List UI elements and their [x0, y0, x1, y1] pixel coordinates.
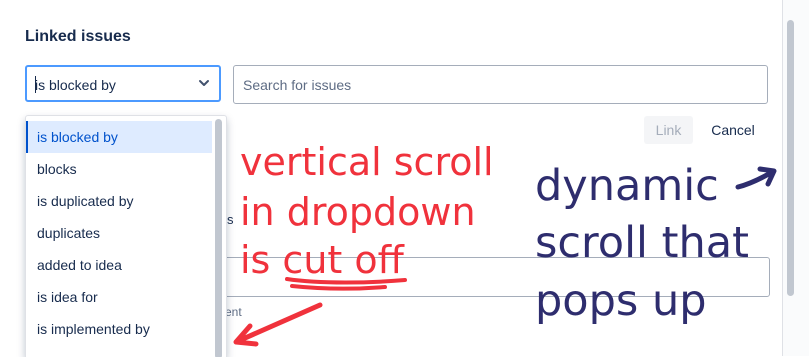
link-button[interactable]: Link: [644, 116, 693, 144]
chevron-down-icon[interactable]: [197, 76, 211, 90]
annotation-red-line-2: in dropdown: [240, 190, 476, 234]
dropdown-option-is-implemented-by[interactable]: is implemented by: [26, 313, 212, 345]
annotation-blue-line-3: pops up: [535, 276, 707, 326]
dropdown-option-is-duplicated-by[interactable]: is duplicated by: [26, 185, 212, 217]
cancel-button[interactable]: Cancel: [700, 116, 766, 144]
link-type-select[interactable]: is blocked by: [25, 65, 221, 102]
dropdown-option-is-idea-for[interactable]: is idea for: [26, 281, 212, 313]
dialog-scrollbar[interactable]: [787, 20, 794, 296]
dropdown-option-duplicates[interactable]: duplicates: [26, 217, 212, 249]
annotation-blue-line-2: scroll that: [535, 218, 749, 268]
annotation-blue-line-1: dynamic: [535, 161, 719, 211]
annotation-red-line-1: vertical scroll: [240, 140, 494, 184]
annotation-red-line-3: is cut off: [240, 238, 404, 282]
background-label-fragment: s: [227, 212, 234, 227]
dropdown-option-blocks[interactable]: blocks: [26, 153, 212, 185]
link-type-select-value: is blocked by: [35, 77, 116, 93]
search-issues-input[interactable]: [233, 65, 768, 104]
link-type-dropdown-menu: is blocked by blocks is duplicated by du…: [25, 115, 227, 357]
dialog-title: Linked issues: [25, 28, 131, 45]
dropdown-option-is-blocked-by[interactable]: is blocked by: [26, 121, 212, 153]
field-hint: ent: [225, 305, 242, 319]
dropdown-scrollbar[interactable]: [215, 119, 222, 357]
dropdown-option-added-to-idea[interactable]: added to idea: [26, 249, 212, 281]
